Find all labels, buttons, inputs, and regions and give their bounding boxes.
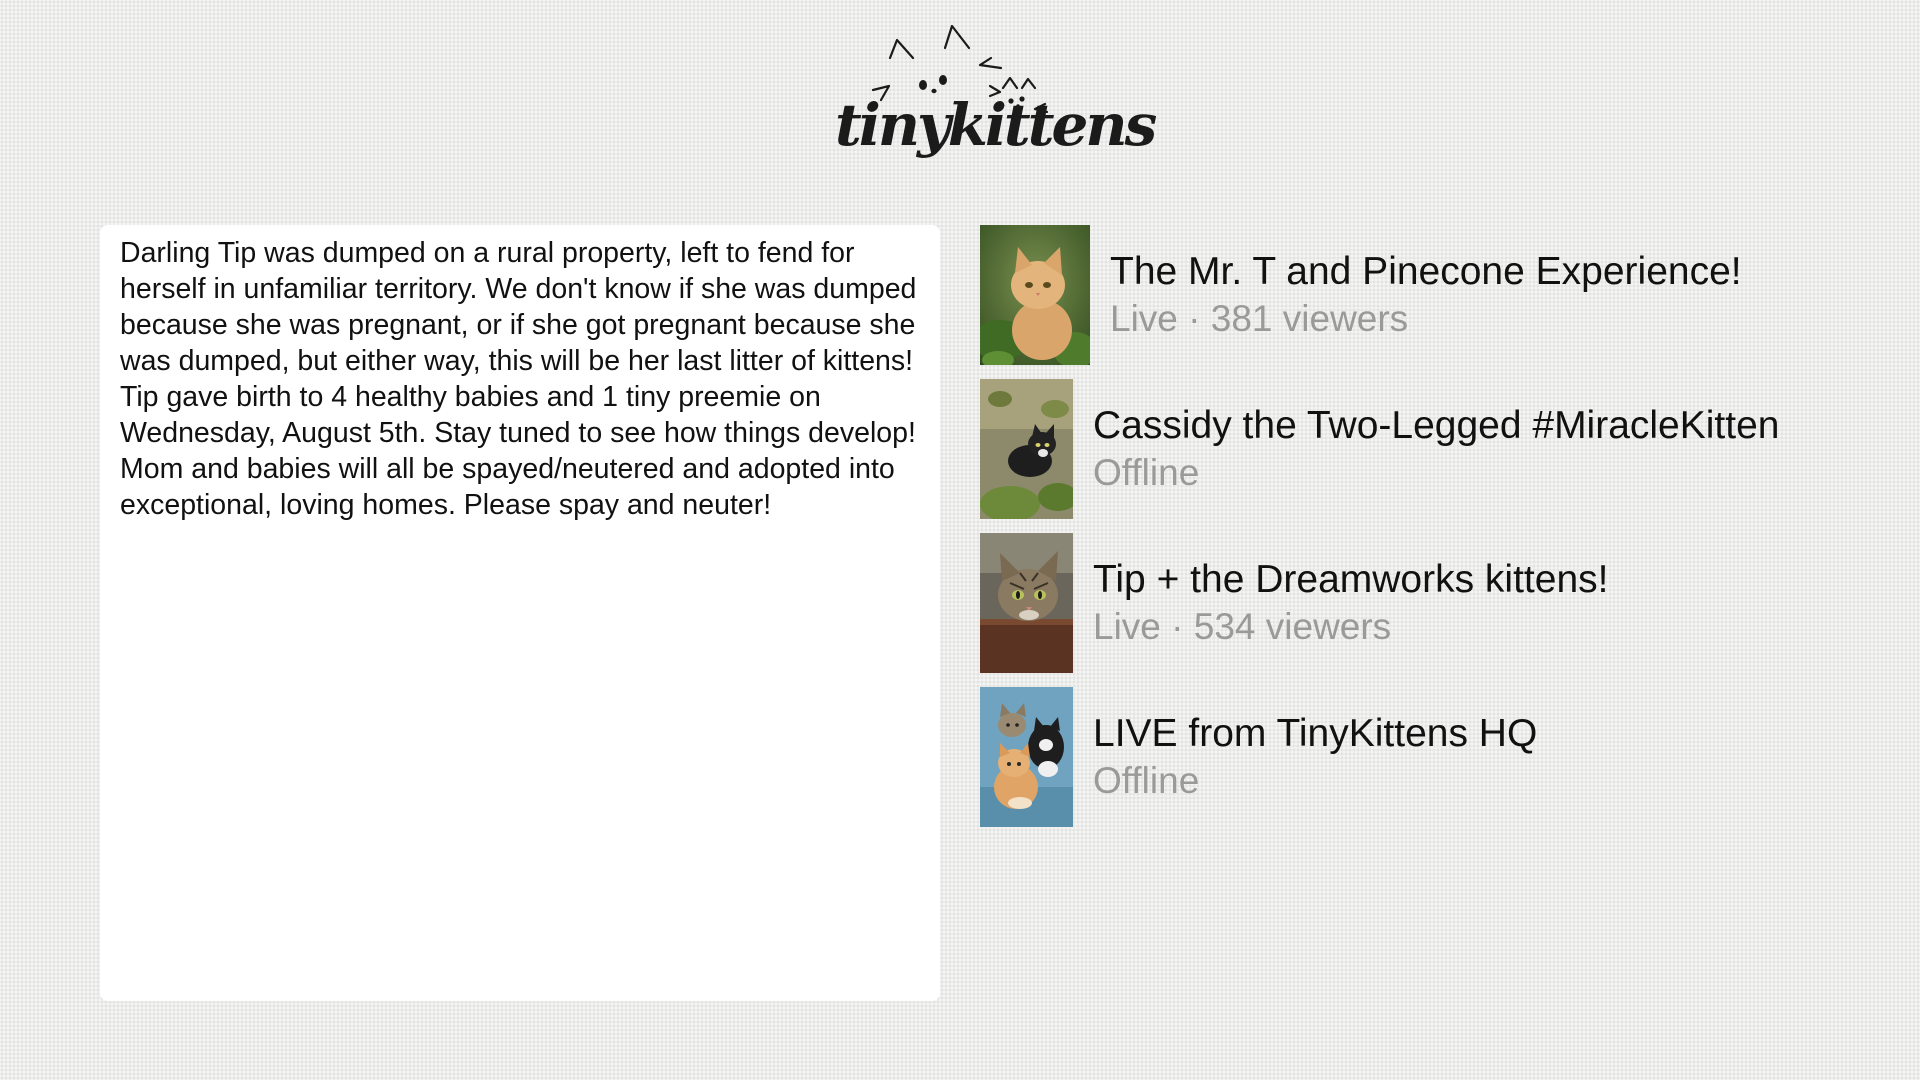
tabby-cat-thumbnail [980, 533, 1073, 673]
stream-title: Tip + the Dreamworks kittens! [1093, 558, 1609, 601]
stream-status: Offline [1093, 452, 1200, 493]
tinykittens-logo: tinykittens [835, 18, 1157, 178]
description-panel: Darling Tip was dumped on a rural proper… [100, 225, 940, 1001]
stream-description: Darling Tip was dumped on a rural proper… [120, 237, 917, 521]
stream-status: Live · 381 viewers [1110, 298, 1409, 339]
stream-item-tinykittens-hq[interactable]: LIVE from TinyKittens HQ Offline [980, 687, 1880, 827]
stream-title: The Mr. T and Pinecone Experience! [1110, 250, 1742, 293]
stream-title: Cassidy the Two-Legged #MiracleKitten [1093, 404, 1780, 447]
stream-item-mr-t-and-pinecone[interactable]: The Mr. T and Pinecone Experience! Live … [980, 225, 1880, 365]
stream-status: Offline [1093, 760, 1200, 801]
logo-wordmark: tinykittens [835, 91, 1157, 159]
stream-status: Live · 534 viewers [1093, 606, 1392, 647]
three-kittens-thumbnail [980, 687, 1073, 827]
black-kitten-thumbnail [980, 379, 1073, 519]
orange-kitten-thumbnail [980, 225, 1090, 365]
stream-title: LIVE from TinyKittens HQ [1093, 712, 1538, 755]
stream-item-tip-dreamworks[interactable]: Tip + the Dreamworks kittens! Live · 534… [980, 533, 1880, 673]
stream-item-cassidy[interactable]: Cassidy the Two-Legged #MiracleKitten Of… [980, 379, 1880, 519]
